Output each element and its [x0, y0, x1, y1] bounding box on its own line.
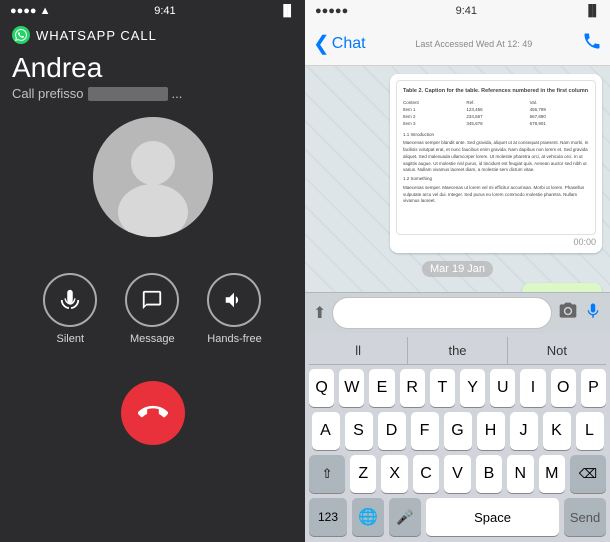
- right-signal: ●●●●●: [315, 5, 348, 17]
- key-p[interactable]: P: [581, 369, 606, 407]
- key-w[interactable]: W: [339, 369, 364, 407]
- last-accessed-text: Last Accessed Wed At 12: 49: [415, 39, 532, 49]
- key-x[interactable]: X: [381, 455, 407, 493]
- caller-name: Andrea: [0, 52, 305, 84]
- chat-title-area: Last Accessed Wed At 12: 49: [415, 39, 532, 49]
- camera-icon[interactable]: [558, 301, 578, 326]
- key-delete[interactable]: ⌫: [570, 455, 606, 493]
- key-g[interactable]: G: [444, 412, 472, 450]
- prefix-bar: [88, 87, 168, 101]
- key-mic[interactable]: 🎤: [389, 498, 421, 536]
- whatsapp-call-title: WHATSAPP CALL: [36, 28, 157, 43]
- scroll-button[interactable]: ⬆: [313, 303, 326, 323]
- keyboard-row-1: Q W E R T Y U I O P: [309, 369, 606, 407]
- call-screen: ●●●● ▲ 9:41 ▐▌ WHATSAPP CALL Andrea Call…: [0, 0, 305, 542]
- message-label: Message: [130, 333, 175, 345]
- key-l[interactable]: L: [576, 412, 604, 450]
- chat-input-area: ⬆: [305, 292, 610, 333]
- key-b[interactable]: B: [476, 455, 502, 493]
- key-shift[interactable]: ⇧: [309, 455, 345, 493]
- call-subtitle: Call prefisso ...: [0, 86, 305, 101]
- keyboard-row-4: 123 🌐 🎤 Space Send: [309, 498, 606, 536]
- whatsapp-call-header: WHATSAPP CALL: [0, 22, 305, 48]
- key-u[interactable]: U: [490, 369, 515, 407]
- key-d[interactable]: D: [378, 412, 406, 450]
- key-globe[interactable]: 🌐: [352, 498, 384, 536]
- handsfree-label: Hands-free: [207, 333, 261, 345]
- keyboard: ll the Not Q W E R T Y U I O P A S D F G…: [305, 333, 610, 542]
- back-chevron-icon: ❮: [313, 31, 330, 56]
- chat-call-button[interactable]: [582, 31, 602, 56]
- key-v[interactable]: V: [444, 455, 470, 493]
- suggestion-1[interactable]: ll: [309, 337, 408, 364]
- message-button[interactable]: Message: [125, 273, 179, 345]
- keyboard-row-3: ⇧ Z X C V B N M ⌫: [309, 455, 606, 493]
- key-t[interactable]: T: [430, 369, 455, 407]
- key-a[interactable]: A: [312, 412, 340, 450]
- key-e[interactable]: E: [369, 369, 394, 407]
- chat-screen: ●●●●● 9:41 ▐▌ ❮ Chat Last Accessed Wed A…: [305, 0, 610, 542]
- handsfree-button[interactable]: Hands-free: [207, 273, 261, 345]
- hello-text: Hello: [532, 289, 564, 292]
- whatsapp-logo: [12, 26, 30, 44]
- key-j[interactable]: J: [510, 412, 538, 450]
- message-icon: [125, 273, 179, 327]
- key-space[interactable]: Space: [426, 498, 559, 536]
- handsfree-icon: [207, 273, 261, 327]
- left-time: 9:41: [154, 5, 175, 17]
- keyboard-row-2: A S D F G H J K L: [309, 412, 606, 450]
- end-call-button[interactable]: [121, 381, 185, 445]
- silent-label: Silent: [57, 333, 85, 345]
- suggestion-3[interactable]: Not: [508, 337, 606, 364]
- chat-navbar: ❮ Chat Last Accessed Wed At 12: 49: [305, 22, 610, 66]
- caller-avatar: [93, 117, 213, 237]
- right-battery: ▐▌: [584, 5, 600, 17]
- document-time: 00:00: [396, 237, 596, 247]
- key-h[interactable]: H: [477, 412, 505, 450]
- key-c[interactable]: C: [413, 455, 439, 493]
- key-k[interactable]: K: [543, 412, 571, 450]
- key-s[interactable]: S: [345, 412, 373, 450]
- document-message: Table 2. Caption for the table. Referenc…: [390, 74, 602, 253]
- key-send[interactable]: Send: [564, 498, 606, 536]
- suggestion-2[interactable]: the: [408, 337, 507, 364]
- silent-button[interactable]: Silent: [43, 273, 97, 345]
- keyboard-suggestions: ll the Not: [309, 337, 606, 365]
- key-y[interactable]: Y: [460, 369, 485, 407]
- right-time: 9:41: [456, 5, 477, 17]
- silent-icon: [43, 273, 97, 327]
- back-label: Chat: [332, 35, 366, 53]
- key-n[interactable]: N: [507, 455, 533, 493]
- key-m[interactable]: M: [539, 455, 565, 493]
- message-input[interactable]: [332, 297, 552, 329]
- hello-message: Hello 09:34: [522, 283, 602, 292]
- right-status-bar: ●●●●● 9:41 ▐▌: [305, 0, 610, 22]
- key-q[interactable]: Q: [309, 369, 334, 407]
- key-i[interactable]: I: [520, 369, 545, 407]
- call-actions: Silent Message Hands-free: [43, 273, 261, 345]
- left-battery: ▐▌: [279, 5, 295, 17]
- chat-messages: Table 2. Caption for the table. Referenc…: [305, 66, 610, 292]
- key-123[interactable]: 123: [309, 498, 347, 536]
- key-f[interactable]: F: [411, 412, 439, 450]
- key-o[interactable]: O: [551, 369, 576, 407]
- left-signal: ●●●● ▲: [10, 5, 51, 17]
- left-status-bar: ●●●● ▲ 9:41 ▐▌: [0, 0, 305, 22]
- date-separator-text: Mar 19 Jan: [422, 261, 493, 277]
- key-r[interactable]: R: [400, 369, 425, 407]
- date-separator: Mar 19 Jan: [313, 259, 602, 277]
- mic-icon[interactable]: [584, 302, 602, 325]
- key-z[interactable]: Z: [350, 455, 376, 493]
- document-preview: Table 2. Caption for the table. Referenc…: [396, 80, 596, 235]
- back-button[interactable]: ❮ Chat: [313, 31, 366, 56]
